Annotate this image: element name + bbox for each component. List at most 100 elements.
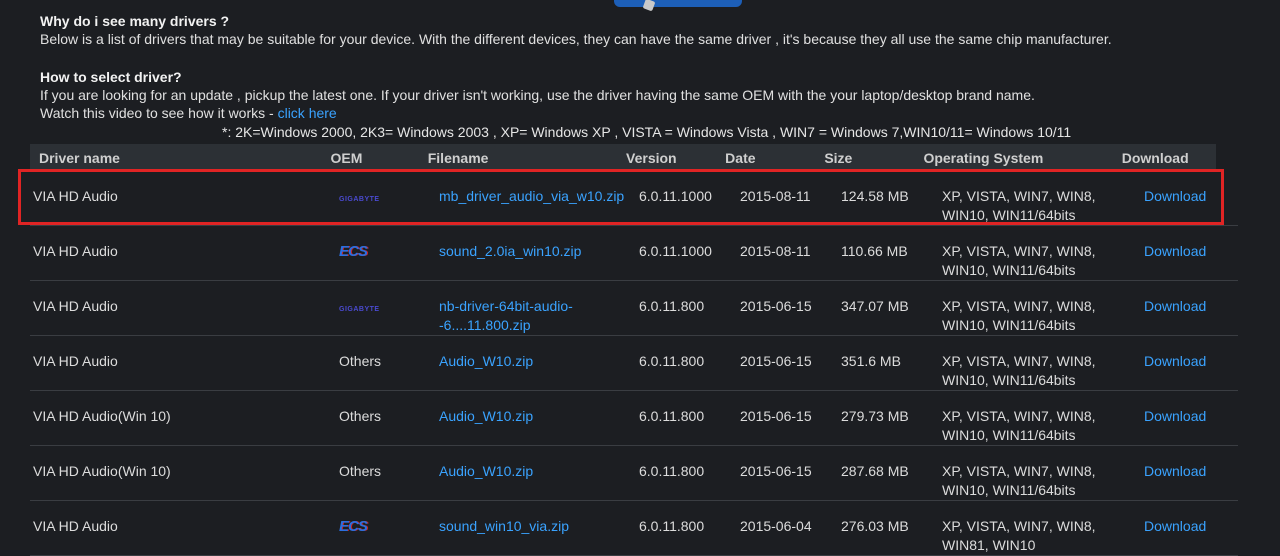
- gigabyte-logo-icon: GIGABYTE: [339, 306, 380, 313]
- video-link[interactable]: click here: [278, 105, 337, 121]
- driver-name: VIA HD Audio: [33, 243, 118, 259]
- oem-cell: ECS: [336, 517, 435, 536]
- q2-title: How to select driver?: [40, 69, 182, 85]
- header-operating-system[interactable]: Operating System: [923, 150, 1121, 166]
- q2-text: If you are looking for an update , picku…: [40, 87, 1035, 103]
- table-row: VIA HD Audio GIGABYTE mb_driver_audio_via_…: [30, 171, 1238, 226]
- driver-name: VIA HD Audio: [33, 518, 118, 534]
- size: 287.68 MB: [841, 463, 909, 479]
- info-section: Why do i see many drivers ? Below is a l…: [40, 12, 1260, 122]
- version: 6.0.11.800: [639, 353, 705, 369]
- q1-text: Below is a list of drivers that may be s…: [40, 31, 1112, 47]
- filename-link[interactable]: sound_win10_via.zip: [439, 518, 569, 534]
- oem-cell: Others: [336, 407, 435, 426]
- banner-knob-icon: [642, 0, 656, 12]
- table-row: VIA HD Audio ECS sound_2.0ia_win10.zip 6.0.…: [30, 226, 1238, 281]
- filename-link[interactable]: mb_driver_audio_via_w10.zip: [439, 188, 624, 204]
- download-link[interactable]: Download: [1144, 298, 1206, 314]
- table-row: VIA HD Audio ECS sound_win10_via.zip 6.0.11…: [30, 501, 1238, 556]
- header-version[interactable]: Version: [626, 150, 725, 166]
- download-link[interactable]: Download: [1144, 188, 1206, 204]
- driver-name: VIA HD Audio: [33, 298, 118, 314]
- date: 2015-06-15: [740, 408, 812, 424]
- table-row: VIA HD Audio GIGABYTE nb-driver-64bit-audi…: [30, 281, 1238, 336]
- operating-system: XP, VISTA, WIN7, WIN8, WIN10, WIN11/64bit…: [942, 463, 1096, 498]
- download-cell: Download: [1142, 462, 1238, 481]
- video-line: Watch this video to see how it works - c…: [40, 104, 1260, 122]
- gigabyte-logo-icon: GIGABYTE: [339, 196, 380, 203]
- oem-cell: GIGABYTE: [336, 187, 435, 209]
- filename-cell: sound_2.0ia_win10.zip: [435, 242, 637, 261]
- download-cell: Download: [1142, 517, 1238, 536]
- download-link[interactable]: Download: [1144, 243, 1206, 259]
- operating-system: XP, VISTA, WIN7, WIN8, WIN81, WIN10: [942, 518, 1096, 553]
- filename-cell: Audio_W10.zip: [435, 352, 637, 371]
- size: 276.03 MB: [841, 518, 909, 534]
- operating-system: XP, VISTA, WIN7, WIN8, WIN10, WIN11/64bit…: [942, 298, 1096, 333]
- version: 6.0.11.800: [639, 463, 705, 479]
- version: 6.0.11.1000: [639, 243, 712, 259]
- date: 2015-08-11: [740, 243, 811, 259]
- date: 2015-06-15: [740, 353, 812, 369]
- header-download: Download: [1121, 149, 1189, 166]
- operating-system: XP, VISTA, WIN7, WIN8, WIN10, WIN11/64bit…: [942, 188, 1096, 223]
- header-oem[interactable]: OEM: [331, 150, 428, 166]
- date: 2015-08-11: [740, 188, 811, 204]
- filename-cell: mb_driver_audio_via_w10.zip: [435, 187, 637, 206]
- download-cell: Download: [1142, 407, 1238, 426]
- oem-text: Others: [339, 408, 382, 424]
- date: 2015-06-04: [740, 518, 812, 534]
- download-link[interactable]: Download: [1144, 408, 1206, 424]
- date: 2015-06-15: [740, 463, 812, 479]
- oem-cell: Others: [336, 352, 435, 371]
- oem-cell: ECS: [336, 242, 435, 261]
- ecs-logo-icon: ECS: [339, 518, 368, 535]
- version: 6.0.11.1000: [639, 188, 712, 204]
- download-cell: Download: [1142, 352, 1238, 371]
- size: 110.66 MB: [841, 243, 908, 259]
- table-row: VIA HD Audio(Win 10) Others Audio_W10.zip 6…: [30, 446, 1238, 501]
- download-link[interactable]: Download: [1144, 353, 1206, 369]
- table-header: Driver name OEM Filename Version Date Si…: [30, 144, 1216, 171]
- header-driver-name[interactable]: Driver name: [30, 150, 331, 166]
- driver-name: VIA HD Audio: [33, 353, 118, 369]
- filename-cell: nb-driver-64bit-audio- -6....11.800.zip: [435, 297, 637, 335]
- download-link[interactable]: Download: [1144, 518, 1206, 534]
- driver-name: VIA HD Audio(Win 10): [33, 408, 171, 424]
- version: 6.0.11.800: [639, 408, 705, 424]
- header-date[interactable]: Date: [725, 150, 824, 166]
- size: 351.6 MB: [841, 353, 901, 369]
- driver-name: VIA HD Audio: [33, 188, 118, 204]
- oem-cell: Others: [336, 462, 435, 481]
- filename-link[interactable]: Audio_W10.zip: [439, 353, 533, 369]
- video-text: Watch this video to see how it works -: [40, 105, 278, 121]
- driver-name: VIA HD Audio(Win 10): [33, 463, 171, 479]
- table-row: VIA HD Audio Others Audio_W10.zip 6.0.11.80…: [30, 336, 1238, 391]
- drivers-table: Driver name OEM Filename Version Date Si…: [30, 144, 1238, 556]
- filename-link[interactable]: Audio_W10.zip: [439, 408, 533, 424]
- version: 6.0.11.800: [639, 298, 705, 314]
- header-filename[interactable]: Filename: [428, 150, 626, 166]
- filename-cell: Audio_W10.zip: [435, 462, 637, 481]
- download-cell: Download: [1142, 297, 1238, 316]
- download-link[interactable]: Download: [1144, 463, 1206, 479]
- oem-cell: GIGABYTE: [336, 297, 435, 319]
- download-cell: Download: [1142, 187, 1238, 206]
- filename-link[interactable]: nb-driver-64bit-audio- -6....11.800.zip: [439, 298, 573, 333]
- ecs-logo-icon: ECS: [339, 243, 368, 260]
- top-banner-graphic: [614, 0, 742, 12]
- version: 6.0.11.800: [639, 518, 705, 534]
- filename-cell: Audio_W10.zip: [435, 407, 637, 426]
- oem-text: Others: [339, 353, 382, 369]
- size: 279.73 MB: [841, 408, 909, 424]
- q1-title: Why do i see many drivers ?: [40, 13, 230, 29]
- filename-link[interactable]: Audio_W10.zip: [439, 463, 533, 479]
- header-size[interactable]: Size: [824, 150, 923, 166]
- download-cell: Download: [1142, 242, 1238, 261]
- size: 347.07 MB: [841, 298, 909, 314]
- filename-link[interactable]: sound_2.0ia_win10.zip: [439, 243, 581, 259]
- os-legend: *: 2K=Windows 2000, 2K3= Windows 2003 , …: [222, 124, 1072, 140]
- operating-system: XP, VISTA, WIN7, WIN8, WIN10, WIN11/64bit…: [942, 243, 1096, 278]
- operating-system: XP, VISTA, WIN7, WIN8, WIN10, WIN11/64bit…: [942, 353, 1096, 388]
- oem-text: Others: [339, 463, 382, 479]
